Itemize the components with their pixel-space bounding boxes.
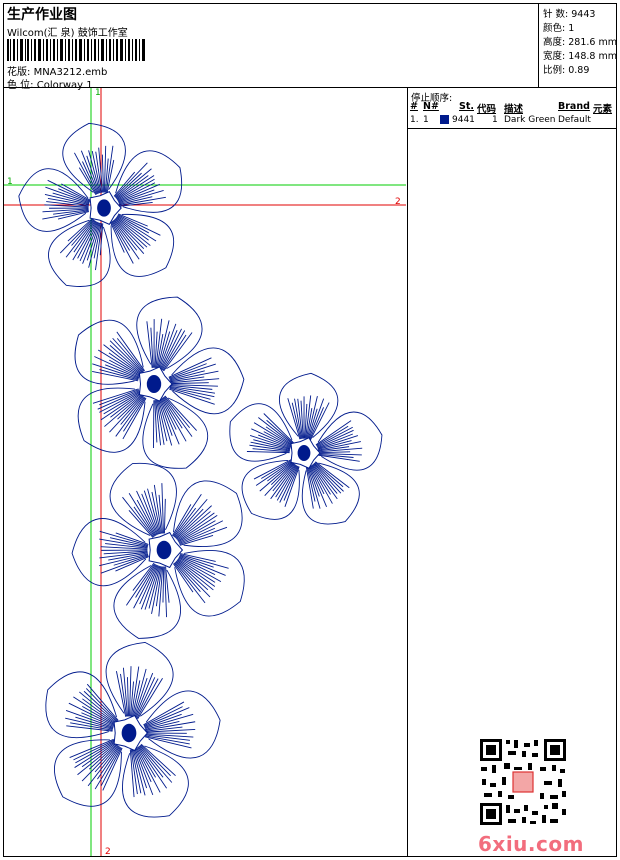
stitch-line: [74, 152, 98, 195]
stitch-line: [100, 555, 149, 574]
stitch-line: [309, 407, 324, 440]
stitch-line: [170, 382, 209, 385]
stitch-line: [159, 323, 177, 369]
stat-label: 针 数:: [543, 9, 569, 20]
table-divider: [408, 128, 617, 129]
col-header-st: St.: [459, 101, 474, 112]
flower-center-dot: [297, 445, 311, 461]
stitch-line: [66, 725, 113, 732]
flower-center-dot: [97, 199, 111, 217]
row-n: 1: [423, 115, 429, 125]
petal-outline: [109, 462, 177, 536]
flower-center-dot: [156, 540, 172, 560]
col-header-element: 元素: [593, 104, 613, 115]
stitch-line: [134, 672, 154, 718]
watermark-text: 6xiu.com: [478, 832, 584, 856]
stitch-line: [42, 210, 89, 220]
stat-label: 颜色:: [543, 23, 566, 34]
stat-width: 宽度: 148.8 mm: [543, 48, 617, 62]
stat-height: 高度: 281.6 mm: [543, 34, 617, 48]
stitch-line: [110, 221, 134, 264]
company-name: Wilcom(汇 泉) 鼓饰工作室: [7, 28, 128, 39]
stat-value: 281.6 mm: [568, 37, 617, 48]
stitch-line: [283, 466, 299, 501]
flower-motifs: [18, 122, 383, 818]
stat-value: 148.8 mm: [568, 51, 617, 62]
row-code: 9441: [452, 115, 475, 125]
stitch-line: [65, 710, 114, 728]
page-title: 生产作业图: [7, 7, 77, 23]
col-header-code: 代码: [477, 104, 497, 115]
stitch-line: [141, 493, 159, 535]
stat-scale: 比例: 0.89: [543, 62, 589, 76]
stat-value: 0.89: [568, 65, 590, 76]
stats-panel: 针 数: 9443 颜色: 1 高度: 281.6 mm 宽度: 148.8 m…: [538, 3, 617, 87]
col-header-brand: Brand: [558, 101, 590, 112]
col-header-n: N#: [423, 101, 439, 112]
stitch-line: [133, 564, 157, 609]
flower-center-dot: [121, 723, 137, 743]
barcode-image: [7, 39, 145, 61]
stitch-line: [318, 451, 351, 454]
guide-label-green-top: 1: [95, 88, 101, 98]
stitch-line: [115, 556, 149, 572]
stitch-line: [80, 150, 99, 194]
flower-motif: [229, 372, 383, 525]
row-brand: Default: [558, 115, 591, 125]
stitch-line: [127, 677, 129, 717]
guide-label-red-right: 2: [395, 197, 401, 207]
row-st: 1: [492, 115, 498, 125]
stat-colors: 颜色: 1: [543, 20, 574, 34]
stitch-line: [144, 736, 192, 749]
qr-code-image: [478, 737, 568, 827]
stitch-line: [132, 562, 155, 591]
col-header-num: #: [410, 101, 418, 112]
stat-stitches: 针 数: 9443: [543, 6, 595, 20]
stat-label: 比例:: [543, 65, 566, 76]
flower-motif: [71, 462, 245, 639]
embroidery-canvas: 1 1 2 2: [4, 88, 406, 856]
guide-label-green-left: 1: [7, 177, 13, 187]
stitch-line: [138, 745, 164, 778]
petal-outline: [142, 397, 209, 469]
stitch-line: [162, 566, 165, 603]
guide-label-red-bottom: 2: [105, 847, 111, 856]
stitch-line: [162, 334, 187, 371]
stitch-line: [308, 398, 325, 440]
col-header-desc: 描述: [504, 104, 524, 115]
flower-center-dot: [146, 375, 162, 393]
stitch-line: [140, 565, 159, 610]
flower-motif: [45, 641, 221, 818]
stitch-line: [137, 677, 163, 720]
stat-value: 9443: [571, 9, 596, 20]
stitch-line: [163, 498, 166, 534]
stitch-line: [136, 747, 161, 793]
stitch-line: [168, 363, 207, 379]
stat-label: 高度:: [543, 37, 566, 48]
thread-color-swatch: [440, 115, 449, 124]
header-info: 生产作业图 Wilcom(汇 泉) 鼓饰工作室 花版: MNA3212.emb …: [5, 3, 535, 91]
stitch-line: [145, 729, 196, 733]
stitch-line: [179, 526, 228, 545]
flower-motif: [74, 296, 245, 469]
stat-value: 1: [568, 23, 575, 34]
stat-label: 宽度:: [543, 51, 566, 62]
row-desc: Dark Green: [504, 115, 556, 125]
row-num: 1.: [410, 115, 419, 125]
